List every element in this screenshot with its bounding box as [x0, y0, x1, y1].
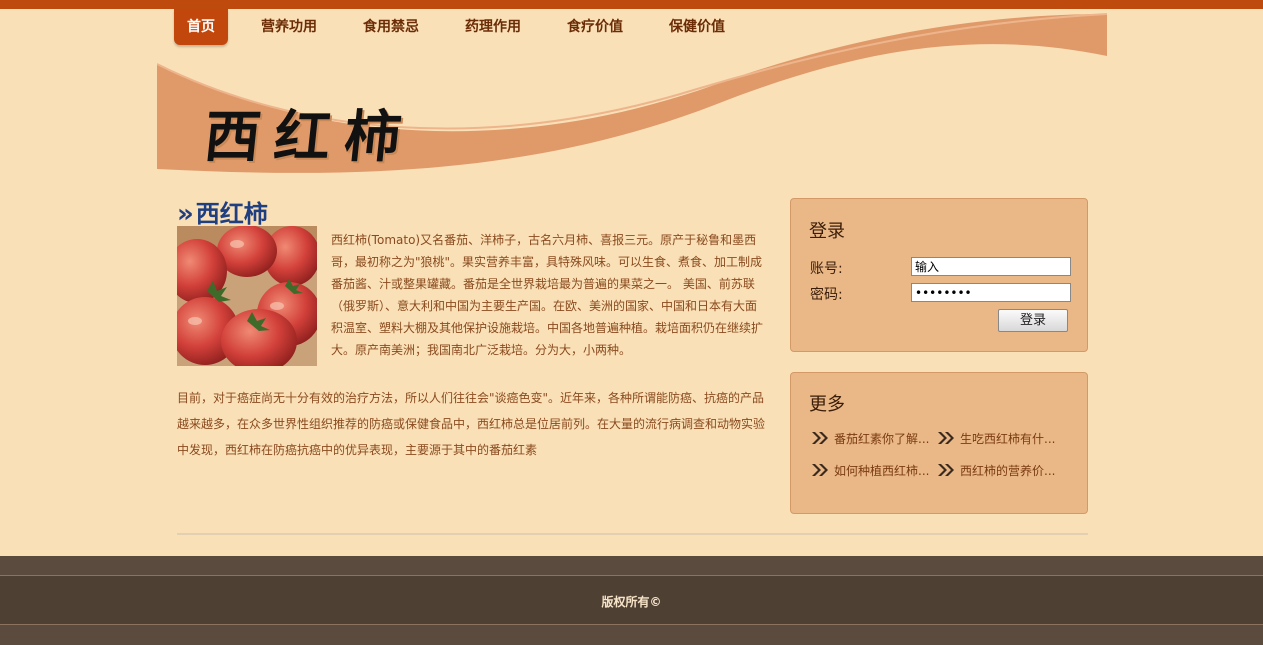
more-link-text: 如何种植西红柿... — [834, 464, 930, 478]
article-paragraph-2: 目前，对于癌症尚无十分有效的治疗方法，所以人们往往会"谈癌色变"。近年来，各种所… — [177, 391, 766, 457]
account-input[interactable] — [911, 257, 1071, 276]
nav-dietary-value[interactable]: 食疗价值 — [554, 9, 636, 45]
nav-taboo[interactable]: 食用禁忌 — [350, 9, 432, 45]
article-paragraph-1: 西红柿(Tomato)又名番茄、洋柿子，古名六月柿、喜报三元。原产于秘鲁和墨西哥… — [331, 233, 764, 357]
main-nav: 首页 营养功用 食用禁忌 药理作用 食疗价值 保健价值 — [174, 9, 758, 47]
more-title: 更多 — [809, 394, 845, 415]
password-input[interactable] — [911, 283, 1071, 302]
footer-top-band — [0, 556, 1263, 575]
top-accent-bar — [0, 0, 1263, 9]
double-chevron-right-icon — [812, 432, 828, 444]
footer-bottom-band — [0, 625, 1263, 645]
account-label: 账号: — [810, 261, 843, 277]
double-chevron-right-icon — [938, 464, 954, 476]
more-link-text: 西红柿的营养价... — [960, 464, 1056, 478]
more-link-text: 番茄红素你了解... — [834, 432, 930, 446]
article-title-text: 西红柿 — [195, 200, 268, 228]
more-panel: 更多 番茄红素你了解... 生吃西红柿有什... 如何种植西红柿... 西红柿的… — [790, 372, 1088, 514]
nav-home[interactable]: 首页 — [174, 9, 228, 45]
login-button[interactable]: 登录 — [998, 309, 1068, 332]
article-title: »西红柿 — [177, 194, 268, 229]
copyright-text: 版权所有© — [601, 595, 662, 609]
tomato-photo — [177, 226, 317, 366]
site-logo: 西红柿 — [201, 104, 418, 170]
title-marker: » — [177, 199, 194, 229]
more-link-text: 生吃西红柿有什... — [960, 432, 1056, 446]
content-divider — [177, 533, 1088, 535]
double-chevron-right-icon — [938, 432, 954, 444]
login-title: 登录 — [809, 221, 845, 242]
password-label: 密码: — [810, 287, 843, 303]
nav-health-value[interactable]: 保健价值 — [656, 9, 738, 45]
nav-nutrition[interactable]: 营养功用 — [248, 9, 330, 45]
double-chevron-right-icon — [812, 464, 828, 476]
login-panel: 登录 账号: 密码: 登录 — [790, 198, 1088, 352]
nav-pharmacology[interactable]: 药理作用 — [452, 9, 534, 45]
